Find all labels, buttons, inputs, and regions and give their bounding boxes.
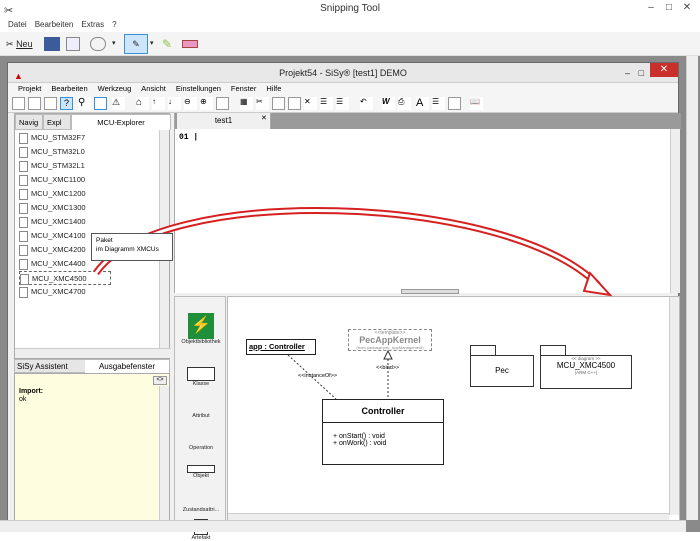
menu-bearbeiten[interactable]: Bearbeiten [35,20,74,29]
drag-tooltip: Paket im Diagramm XMCUs [91,233,173,261]
new-snip-button[interactable]: ✂ Neu [6,35,33,53]
snipping-tool-menubar: Datei Bearbeiten Extras? [0,18,700,32]
scissors-icon: ✂ [6,39,14,49]
outer-hscroll[interactable] [0,520,686,532]
tooltip-line1: Paket [96,237,113,244]
new-label: Neu [16,39,33,49]
tooltip-line2: im Diagramm XMCUs [96,246,159,253]
window-title: Snipping Tool [320,3,380,14]
outer-vscroll[interactable] [686,56,698,520]
close-button[interactable]: ✕ [680,2,694,14]
highlighter-icon[interactable]: ✎ [162,35,172,53]
minimize-button[interactable]: – [644,2,658,14]
eraser-icon[interactable] [182,40,198,48]
send-icon[interactable] [90,37,106,51]
copy-icon[interactable] [66,37,80,51]
menu-extras[interactable]: Extras [81,20,104,29]
maximize-button[interactable]: □ [662,2,676,14]
tool-label: Artefakt [191,535,211,541]
drag-arrow [93,207,613,297]
menu-datei[interactable]: Datei [8,20,27,29]
pen-icon: ✎ [132,39,140,49]
pen-dropdown-icon[interactable]: ▾ [150,35,154,53]
sisy-window: ▲ Projekt54 - SiSy® [test1] DEMO – □ ✕ P… [7,62,681,541]
snipping-tool-titlebar: ✂ Snipping Tool – □ ✕ [0,0,700,18]
menu-help[interactable]: ? [112,20,116,29]
save-icon[interactable] [44,37,60,51]
pen-button[interactable]: ✎ [124,34,148,54]
snipping-tool-toolbar: ✂ Neu ▾ ✎ ▾ ✎ [0,32,700,56]
drag-arrowhead [582,271,613,297]
dropdown-icon[interactable]: ▾ [112,35,116,53]
